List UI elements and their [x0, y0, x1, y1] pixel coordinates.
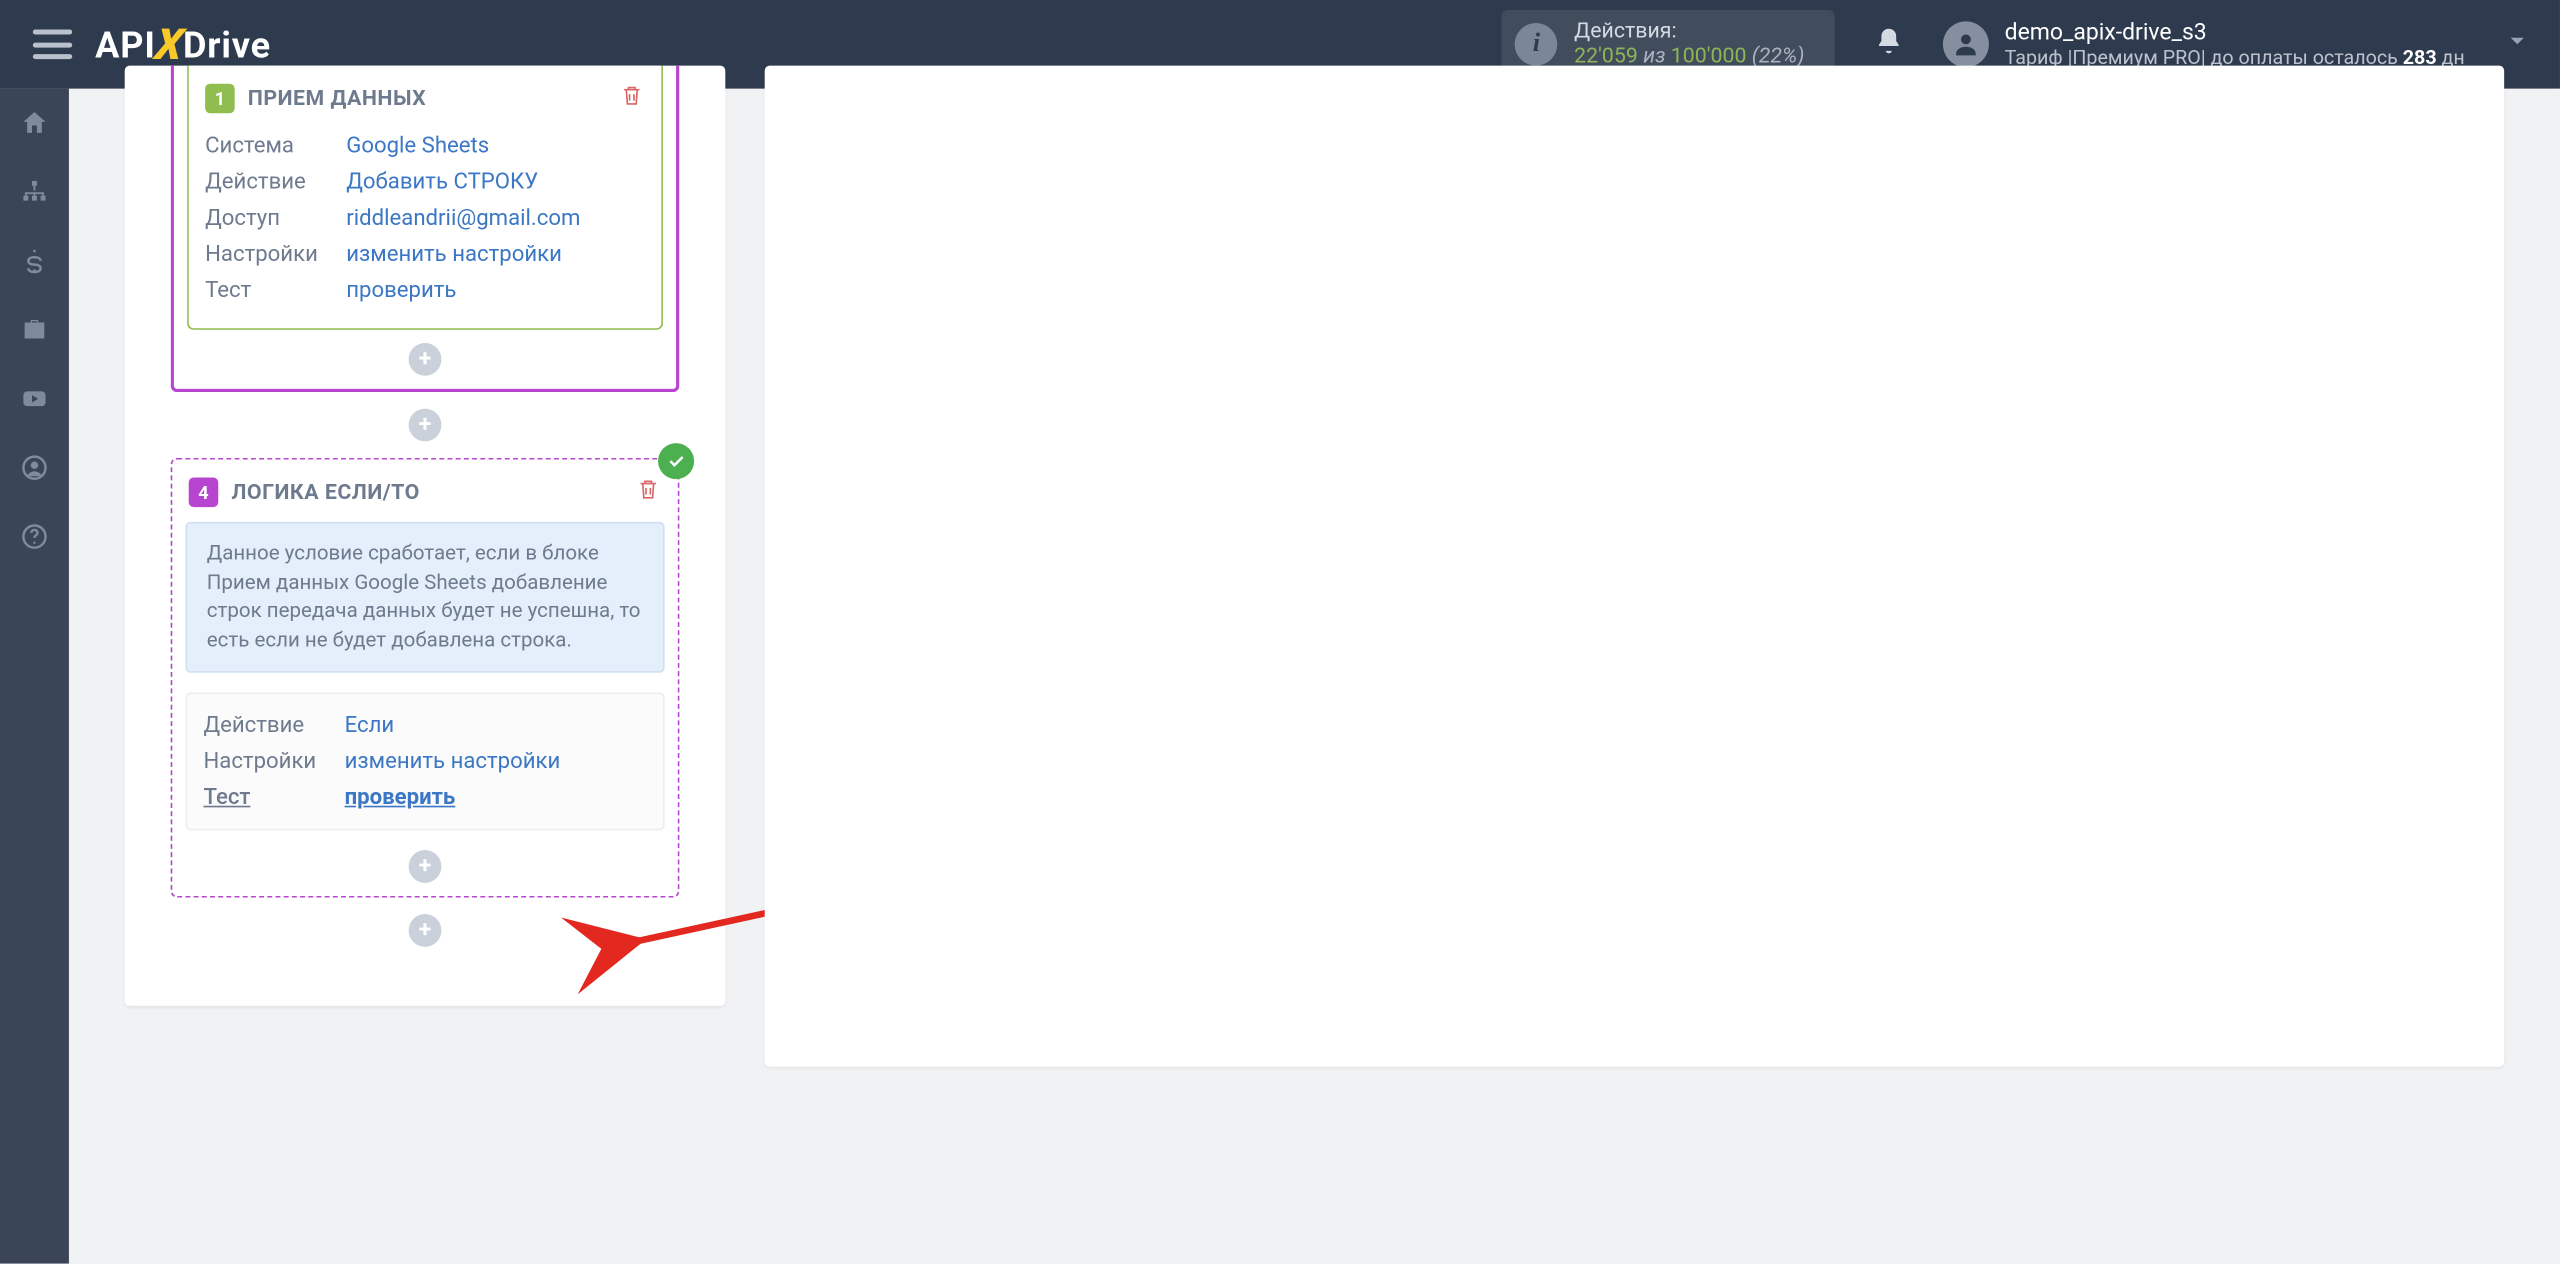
content-area: 1 ПРИЕМ ДАННЫХ СистемаGoogle SheetsДейст…	[69, 89, 2560, 1264]
row-value-link[interactable]: проверить	[345, 784, 456, 810]
check-badge-icon	[658, 443, 694, 479]
row-value-link[interactable]: изменить настройки	[345, 748, 561, 774]
row-label: Тест	[203, 784, 344, 810]
block-title: ЛОГИКА ЕСЛИ/ТО	[231, 480, 419, 505]
add-inner-step-button[interactable]: +	[409, 343, 442, 376]
row-label: Настройки	[205, 241, 346, 267]
nav-billing-icon[interactable]	[0, 226, 69, 295]
logic-if-block: 4 ЛОГИКА ЕСЛИ/ТО Данное условие сработае…	[171, 458, 680, 898]
row-value-link[interactable]: Google Sheets	[346, 133, 489, 159]
notifications-icon[interactable]	[1873, 26, 1906, 62]
row-label: Действие	[205, 169, 346, 195]
row-value-link[interactable]: riddleandrii@gmail.com	[346, 205, 580, 231]
row-label: Действие	[203, 712, 344, 738]
row-label: Система	[205, 133, 346, 159]
row-label: Доступ	[205, 205, 346, 231]
add-step-button[interactable]: +	[409, 914, 442, 947]
nav-account-icon[interactable]	[0, 433, 69, 502]
config-row: Тестпроверить	[205, 272, 645, 308]
nav-help-icon[interactable]	[0, 502, 69, 571]
actions-label: Действия:	[1574, 20, 1804, 45]
delete-block-icon[interactable]	[635, 476, 661, 509]
block-number-badge: 4	[189, 478, 219, 508]
info-icon: i	[1515, 23, 1558, 66]
delete-block-icon[interactable]	[619, 82, 645, 115]
config-row: Тестпроверить	[203, 779, 646, 815]
menu-toggle-icon[interactable]	[33, 30, 72, 60]
app-logo: APIXDrive	[95, 20, 271, 69]
config-row: Настройкиизменить настройки	[205, 236, 645, 272]
config-row: Настройкиизменить настройки	[203, 743, 646, 779]
nav-home-icon[interactable]	[0, 89, 69, 158]
logo-text-post: Drive	[183, 26, 271, 67]
config-row: СистемаGoogle Sheets	[205, 128, 645, 164]
block-description: Данное условие сработает, если в блоке П…	[185, 522, 664, 673]
avatar-icon	[1942, 21, 1988, 67]
config-row: ДействиеЕсли	[203, 707, 646, 743]
add-inner-step-button[interactable]: +	[409, 850, 442, 883]
row-label: Настройки	[203, 748, 344, 774]
data-receive-block: 1 ПРИЕМ ДАННЫХ СистемаGoogle SheetsДейст…	[171, 66, 680, 393]
left-sidebar	[0, 89, 69, 1264]
detail-panel	[765, 66, 2504, 1067]
workflow-card: 1 ПРИЕМ ДАННЫХ СистемаGoogle SheetsДейст…	[125, 66, 726, 1006]
nav-briefcase-icon[interactable]	[0, 295, 69, 364]
row-value-link[interactable]: Добавить СТРОКУ	[346, 169, 538, 195]
row-value-link[interactable]: Если	[345, 712, 395, 738]
config-row: ДействиеДобавить СТРОКУ	[205, 164, 645, 200]
nav-video-icon[interactable]	[0, 364, 69, 433]
block-number-badge: 1	[205, 84, 235, 114]
row-value-link[interactable]: проверить	[346, 277, 456, 303]
chevron-down-icon[interactable]	[2504, 28, 2530, 61]
logo-x-icon: X	[152, 21, 186, 70]
nav-connections-icon[interactable]	[0, 158, 69, 227]
username: demo_apix-drive_s3	[2005, 20, 2465, 46]
row-label: Тест	[205, 277, 346, 303]
add-step-button[interactable]: +	[409, 409, 442, 442]
user-menu[interactable]: demo_apix-drive_s3 Тариф |Премиум PRO| д…	[1942, 20, 2465, 69]
row-value-link[interactable]: изменить настройки	[346, 241, 562, 267]
block-title: ПРИЕМ ДАННЫХ	[248, 86, 426, 111]
config-row: Доступriddleandrii@gmail.com	[205, 200, 645, 236]
logo-text-pre: API	[95, 26, 156, 67]
